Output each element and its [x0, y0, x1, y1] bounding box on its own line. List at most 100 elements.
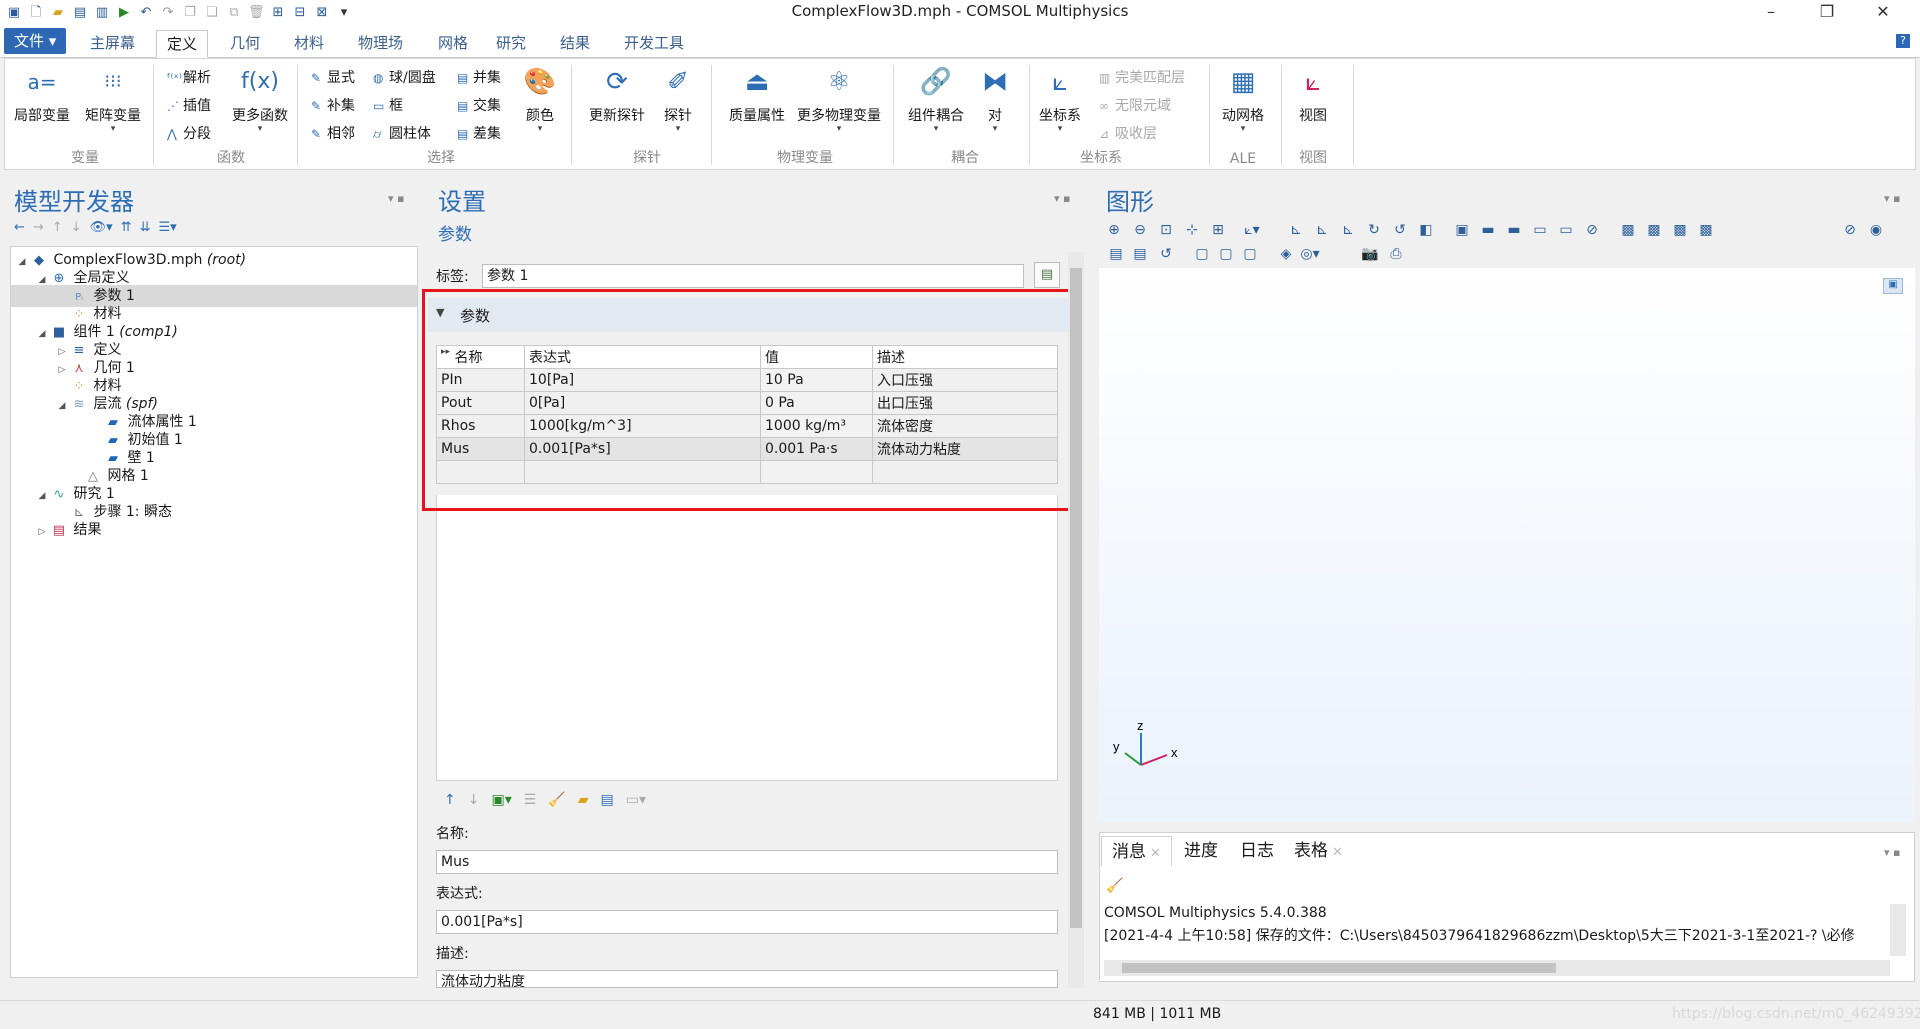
analytic-button[interactable]: ᶠ⁽ˣ⁾解析: [167, 67, 211, 87]
name-field[interactable]: Mus: [436, 850, 1058, 874]
description-field[interactable]: 流体动力粘度: [436, 970, 1058, 988]
help-icon[interactable]: ?: [1896, 34, 1910, 48]
label-note-icon[interactable]: ▤: [1034, 262, 1060, 288]
ball-selection-button[interactable]: ◍ 球/圆盘: [373, 67, 436, 87]
delete-row-icon[interactable]: ☰: [524, 792, 537, 808]
grid-icon[interactable]: ▢: [1240, 244, 1260, 264]
deselect-icon[interactable]: ⊘: [1582, 220, 1602, 240]
cell-description[interactable]: 流体动力粘度: [872, 437, 1058, 461]
reset-hiding-icon[interactable]: ▩: [1670, 220, 1690, 240]
forward-arrow-icon[interactable]: →: [33, 220, 44, 235]
transparency-icon[interactable]: ▤: [1130, 244, 1150, 264]
table-row[interactable]: Pout 0[Pa] 0 Pa 出口压强: [436, 391, 1058, 415]
select-edge-icon[interactable]: ▭: [1530, 220, 1550, 240]
adjacent-selection-button[interactable]: ✎ 相邻: [311, 123, 355, 143]
messages-vscrollbar[interactable]: [1890, 904, 1906, 956]
complement-selection-button[interactable]: ✎ 补集: [311, 95, 355, 115]
show-icon[interactable]: 👁▾: [90, 220, 113, 235]
view-button[interactable]: ⟀ 视图: [1291, 63, 1335, 125]
tab-home[interactable]: 主屏幕: [80, 30, 145, 58]
collapse-arrow-icon[interactable]: ◢: [35, 323, 49, 345]
scrollbar-thumb[interactable]: [1070, 268, 1082, 928]
section-header-parameters[interactable]: ▼ 参数: [428, 298, 1068, 332]
tab-progress[interactable]: 进度: [1174, 836, 1228, 866]
cell-expression[interactable]: 10[Pa]: [524, 368, 761, 392]
back-arrow-icon[interactable]: ←: [14, 220, 25, 235]
yz-plane-icon[interactable]: ⊾: [1312, 220, 1332, 240]
select-boundary-icon[interactable]: ▬: [1504, 220, 1524, 240]
restore-button[interactable]: ❐: [1804, 0, 1850, 26]
show-selected-icon[interactable]: ▩: [1644, 220, 1664, 240]
tab-study[interactable]: 研究: [486, 30, 536, 58]
cell-name[interactable]: Rhos: [436, 414, 525, 438]
cell-name[interactable]: Mus: [436, 437, 525, 461]
tree-node-results[interactable]: ▷ ▤ 结果: [35, 519, 102, 543]
scrollbar-thumb[interactable]: [1122, 963, 1556, 973]
union-selection-button[interactable]: ▤ 并集: [457, 67, 501, 87]
expand-arrow-icon[interactable]: ▷: [35, 521, 49, 543]
zoom-in-icon[interactable]: ⊕: [1104, 220, 1124, 240]
difference-selection-button[interactable]: ▤ 差集: [457, 123, 501, 143]
collapse-arrow-icon[interactable]: ◢: [35, 485, 49, 507]
panel-menu-icon[interactable]: ▾ ▪: [1884, 846, 1900, 859]
tab-materials[interactable]: 材料: [284, 30, 334, 58]
moving-mesh-button[interactable]: ▦ 动网格 ▾: [1217, 63, 1269, 134]
table-row[interactable]: Mus 0.001[Pa*s] 0.001 Pa·s 流体动力粘度: [436, 437, 1058, 461]
messages-hscrollbar[interactable]: [1104, 960, 1890, 976]
column-header-description[interactable]: 描述: [872, 345, 1058, 369]
cell-description[interactable]: 出口压强: [872, 391, 1058, 415]
cylinder-selection-button[interactable]: ⌭ 圆柱体: [373, 123, 431, 143]
more-options-icon[interactable]: ▭▾: [626, 792, 646, 808]
zoom-extents-icon[interactable]: ⊞: [1208, 220, 1228, 240]
image-snapshot-icon[interactable]: 📷: [1360, 244, 1380, 264]
clear-messages-icon[interactable]: 🧹: [1106, 878, 1123, 894]
column-header-value[interactable]: 值: [760, 345, 873, 369]
perfectly-matched-layer-button[interactable]: ▥ 完美匹配层: [1099, 67, 1185, 87]
tab-table[interactable]: 表格 ✕: [1284, 836, 1353, 866]
tab-messages[interactable]: 消息 ✕: [1101, 836, 1172, 866]
clear-table-icon[interactable]: 🧹: [548, 792, 565, 808]
render-icon[interactable]: ▢: [1216, 244, 1236, 264]
expression-field[interactable]: 0.001[Pa*s]: [436, 910, 1058, 934]
reset-view-icon[interactable]: ↺: [1156, 244, 1176, 264]
rotate-cw-icon[interactable]: ↻: [1364, 220, 1384, 240]
move-up-icon[interactable]: ↑: [444, 792, 456, 808]
pairs-button[interactable]: ⧓ 对 ▾: [973, 63, 1017, 134]
absorbing-layer-button[interactable]: ⊿ 吸收层: [1099, 123, 1157, 143]
hide-icon[interactable]: ▩: [1618, 220, 1638, 240]
load-from-file-icon[interactable]: ▰: [578, 792, 589, 808]
piecewise-button[interactable]: ⋀ 分段: [167, 123, 211, 143]
collapse-arrow-icon[interactable]: ◢: [15, 251, 29, 273]
print-icon[interactable]: ⎙: [1386, 244, 1406, 264]
local-variables-button[interactable]: a= 局部变量: [13, 63, 71, 125]
interpolation-button[interactable]: ⋰ 插值: [167, 95, 211, 115]
collapse-all-icon[interactable]: ⇊: [140, 220, 151, 235]
zoom-out-icon[interactable]: ⊖: [1130, 220, 1150, 240]
select-point-icon[interactable]: ▭: [1556, 220, 1576, 240]
tab-results[interactable]: 结果: [550, 30, 600, 58]
cell-expression[interactable]: 1000[kg/m^3]: [524, 414, 761, 438]
graphics-canvas[interactable]: ▣ z x y: [1099, 268, 1915, 822]
select-domain-icon[interactable]: ▬: [1478, 220, 1498, 240]
section-collapse-icon[interactable]: ▼: [436, 306, 444, 319]
column-header-name[interactable]: ▸▸ 名称: [436, 345, 525, 369]
table-row-empty[interactable]: [436, 460, 1058, 484]
explicit-selection-button[interactable]: ✎ 显式: [311, 67, 355, 87]
label-field[interactable]: 参数 1: [482, 264, 1024, 288]
component-coupling-button[interactable]: 🔗 组件耦合 ▾: [901, 63, 971, 134]
save-to-file-icon[interactable]: ▤: [601, 792, 614, 808]
view-dropdown-icon[interactable]: ⟀▾: [1242, 220, 1262, 240]
panel-menu-icon[interactable]: ▾ ▪: [388, 192, 404, 205]
close-icon[interactable]: ✕: [1332, 845, 1343, 860]
select-object-icon[interactable]: ▣: [1452, 220, 1472, 240]
build-all-icon[interactable]: ▩: [1696, 220, 1716, 240]
expand-arrow-icon[interactable]: ▷: [55, 359, 69, 381]
box-selection-button[interactable]: ▭ 框: [373, 95, 403, 115]
rotate-ccw-icon[interactable]: ↺: [1390, 220, 1410, 240]
cell-expression[interactable]: 0[Pa]: [524, 391, 761, 415]
tab-developer[interactable]: 开发工具: [614, 30, 694, 58]
xy-plane-icon[interactable]: ⊾: [1286, 220, 1306, 240]
cell-expression[interactable]: 0.001[Pa*s]: [524, 437, 761, 461]
zoom-box-icon[interactable]: ⊡: [1156, 220, 1176, 240]
settings-scrollbar[interactable]: [1068, 252, 1084, 988]
